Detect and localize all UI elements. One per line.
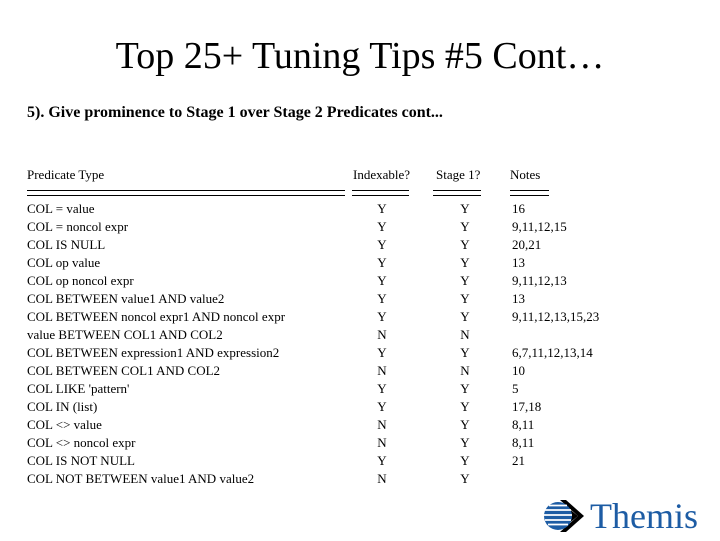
cell-notes: 9,11,12,15 [512,219,567,234]
cell-stage1: Y [460,291,470,306]
cell-indexable: Y [377,309,387,324]
cell-notes: 5 [512,381,519,396]
cell-notes: 6,7,11,12,13,14 [512,345,593,360]
cell-notes: 8,11 [512,417,535,432]
column-header-notes: Notes [510,167,541,182]
cell-stage1: Y [460,417,470,432]
cell-indexable: N [377,417,387,432]
cell-notes: 9,11,12,13 [512,273,567,288]
table-row: COL BETWEEN COL1 AND COL2 N N 10 [27,362,687,380]
cell-stage1: Y [460,255,470,270]
divider-stage1 [433,190,481,196]
cell-predicate-type: COL LIKE 'pattern' [27,381,130,396]
cell-stage1: Y [460,435,470,450]
cell-predicate-type: COL BETWEEN noncol expr1 AND noncol expr [27,309,286,324]
cell-predicate-type: COL IN (list) [27,399,98,414]
table-row: COL NOT BETWEEN value1 AND value2 N Y [27,470,687,488]
table-row: COL = noncol expr Y Y 9,11,12,15 [27,218,687,236]
cell-predicate-type: COL = value [27,201,95,216]
themis-wordmark: Themis [590,496,698,536]
table-row: COL BETWEEN noncol expr1 AND noncol expr… [27,308,687,326]
cell-indexable: Y [377,399,387,414]
cell-predicate-type: COL op value [27,255,101,270]
table-row: COL BETWEEN value1 AND value2 Y Y 13 [27,290,687,308]
cell-predicate-type: value BETWEEN COL1 AND COL2 [27,327,223,342]
table-row: COL BETWEEN expression1 AND expression2 Y… [27,344,687,362]
cell-indexable: Y [377,201,387,216]
cell-indexable: Y [377,255,387,270]
divider-predicate-type [27,190,345,196]
cell-predicate-type: COL BETWEEN expression1 AND expression2 [27,345,280,360]
table-row: COL op noncol expr Y Y 9,11,12,13 [27,272,687,290]
cell-stage1: Y [460,381,470,396]
cell-notes: 13 [512,255,525,270]
cell-stage1: Y [460,453,470,468]
cell-indexable: N [377,327,387,342]
divider-notes [510,190,549,196]
cell-notes: 20,21 [512,237,542,252]
cell-predicate-type: COL NOT BETWEEN value1 AND value2 [27,471,255,486]
cell-stage1: Y [460,273,470,288]
cell-stage1: Y [460,471,470,486]
section-subtitle: 5). Give prominence to Stage 1 over Stag… [27,104,443,121]
cell-notes: 10 [512,363,525,378]
cell-predicate-type: COL BETWEEN value1 AND value2 [27,291,225,306]
table-row: COL LIKE 'pattern' Y Y 5 [27,380,687,398]
cell-stage1: Y [460,345,470,360]
cell-stage1: Y [460,219,470,234]
cell-notes: 13 [512,291,525,306]
table-row: COL = value Y Y 16 [27,200,687,218]
table-row: COL op value Y Y 13 [27,254,687,272]
cell-notes: 8,11 [512,435,535,450]
column-header-indexable: Indexable? [353,167,411,182]
cell-indexable: Y [377,237,387,252]
cell-predicate-type: COL IS NULL [27,237,106,252]
cell-predicate-type: COL = noncol expr [27,219,129,234]
cell-indexable: Y [377,453,387,468]
cell-indexable: Y [377,381,387,396]
cell-notes: 21 [512,453,525,468]
cell-indexable: N [377,435,387,450]
table-row: value BETWEEN COL1 AND COL2 N N [27,326,687,344]
cell-stage1: Y [460,399,470,414]
themis-logo: Themis [540,494,715,538]
cell-indexable: Y [377,291,387,306]
cell-predicate-type: COL IS NOT NULL [27,453,135,468]
cell-indexable: N [377,363,387,378]
cell-indexable: Y [377,219,387,234]
cell-indexable: Y [377,345,387,360]
divider-indexable [352,190,409,196]
header-divider-row [27,188,687,199]
column-header-predicate-type: Predicate Type [27,167,105,182]
column-header-stage1: Stage 1? [436,167,481,182]
cell-notes: 16 [512,201,525,216]
cell-predicate-type: COL op noncol expr [27,273,134,288]
cell-predicate-type: COL <> value [27,417,102,432]
table-row: COL IS NOT NULL Y Y 21 [27,452,687,470]
cell-indexable: Y [377,273,387,288]
table-header-row: Predicate Type Indexable? Stage 1? Notes [27,166,687,188]
table-row: COL <> noncol expr N Y 8,11 [27,434,687,452]
table-row: COL <> value N Y 8,11 [27,416,687,434]
table-row: COL IN (list) Y Y 17,18 [27,398,687,416]
table-body: COL = value Y Y 16 COL = noncol expr Y Y 9,11,1… [27,200,687,488]
cell-predicate-type: COL BETWEEN COL1 AND COL2 [27,363,221,378]
cell-stage1: N [460,363,470,378]
predicate-table: Predicate Type Indexable? Stage 1? Notes… [27,166,687,488]
cell-notes: 17,18 [512,399,542,414]
page-title: Top 25+ Tuning Tips #5 Cont… [115,35,605,77]
cell-predicate-type: COL <> noncol expr [27,435,136,450]
themis-globe-arrow-icon [540,496,588,536]
cell-notes: 9,11,12,13,15,23 [512,309,600,324]
cell-stage1: Y [460,201,470,216]
table-row: COL IS NULL Y Y 20,21 [27,236,687,254]
cell-indexable: N [377,471,387,486]
cell-stage1: Y [460,237,470,252]
cell-stage1: N [460,327,470,342]
cell-stage1: Y [460,309,470,324]
